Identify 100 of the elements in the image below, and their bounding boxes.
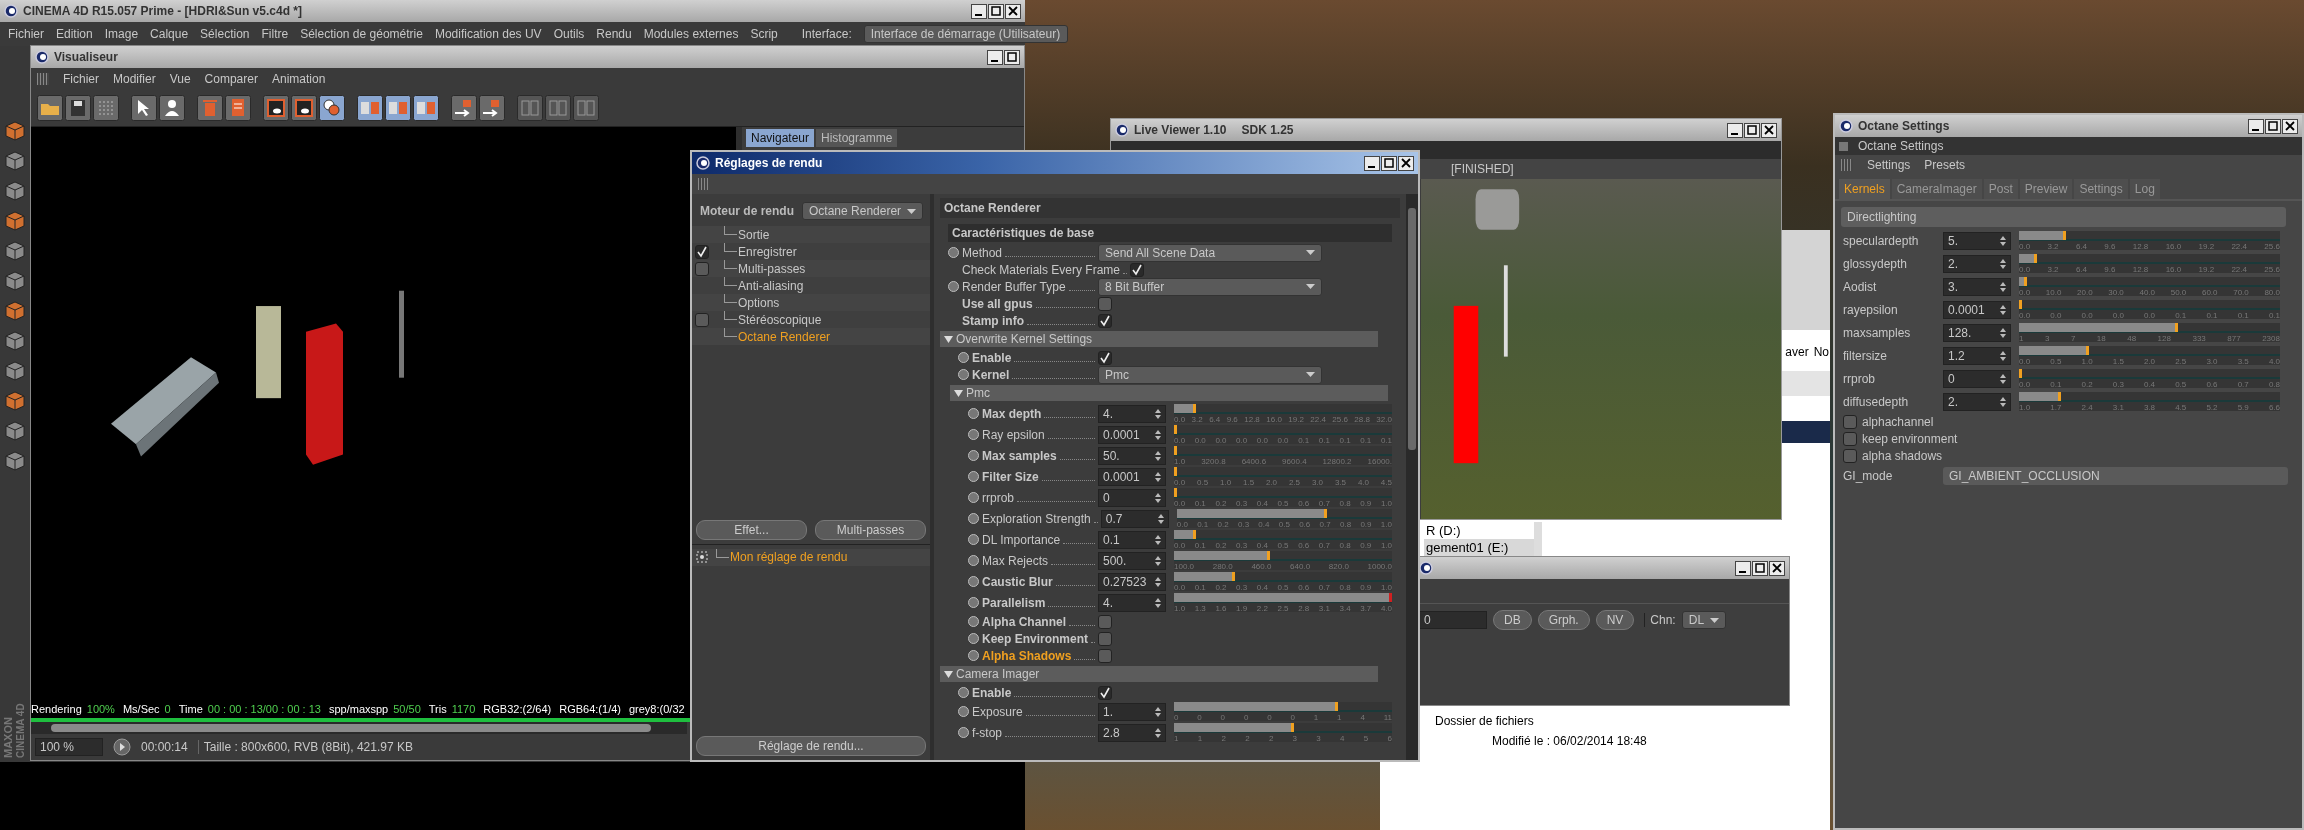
layout-icon[interactable] [573,95,599,121]
keyframe-dot-icon[interactable] [968,492,979,503]
menu-item[interactable]: Presets [1924,158,1966,172]
minimize-button[interactable] [2248,118,2264,134]
menu-item[interactable]: Rendu [596,27,632,41]
menu-item[interactable]: Sélection [200,27,250,41]
cube-icon[interactable] [4,390,26,412]
spin-arrows-icon[interactable] [1155,727,1161,738]
scrollbar-thumb[interactable] [51,724,651,732]
document-icon[interactable] [225,95,251,121]
spin-arrows-icon[interactable] [2000,396,2006,407]
person-icon[interactable] [159,95,185,121]
minimize-button[interactable] [1727,122,1743,138]
checkbox[interactable] [1098,313,1112,328]
spin-arrows-icon[interactable] [2000,373,2006,384]
group-header[interactable]: Overwrite Kernel Settings [940,331,1378,347]
tab[interactable]: Histogramme [816,129,898,147]
checkbox[interactable] [1843,414,1857,429]
minimize-button[interactable] [1364,155,1380,171]
split-view-icon[interactable] [413,95,439,121]
menu-item[interactable]: Outils [553,27,585,41]
render-settings-button[interactable]: Réglage de rendu... [696,736,926,756]
keyframe-dot-icon[interactable] [958,727,969,738]
checkbox[interactable] [695,312,709,327]
number-field[interactable]: 0.1 [1098,530,1166,549]
drive-item[interactable]: gement01 (E:) [1424,539,1534,556]
cube-icon[interactable] [4,270,26,292]
tab[interactable]: Navigateur [746,129,815,147]
spin-arrows-icon[interactable] [2000,235,2006,246]
toolbar-button[interactable]: NV [1595,610,1635,630]
save-icon[interactable] [65,95,91,121]
spin-arrows-icon[interactable] [1155,408,1161,419]
cube-icon[interactable] [4,450,26,472]
menu-item[interactable]: Comparer [204,72,258,86]
minimize-button[interactable] [987,49,1003,65]
keyframe-dot-icon[interactable] [968,471,979,482]
pointer-icon[interactable] [131,95,157,121]
spin-arrows-icon[interactable] [1155,534,1161,545]
checkbox[interactable] [1843,431,1857,446]
spin-arrows-icon[interactable] [1155,492,1161,503]
keyframe-dot-icon[interactable] [968,576,979,587]
close-button[interactable] [1769,560,1785,576]
number-field[interactable]: 0.0001 [1943,300,2011,319]
group-header[interactable]: Pmc [950,385,1388,401]
spin-arrows-icon[interactable] [1157,513,1164,524]
menu-item[interactable]: Modification des UV [434,27,542,41]
cube-icon[interactable] [4,150,26,172]
number-field[interactable]: 4. [1098,404,1166,423]
minimize-button[interactable] [971,3,987,19]
checkbox[interactable] [695,244,709,259]
spin-arrows-icon[interactable] [2000,350,2006,361]
menu-item[interactable]: Calque [150,27,189,41]
cube-icon[interactable] [4,300,26,322]
play-icon[interactable] [113,738,131,756]
tree-item[interactable]: Anti-aliasing [737,278,804,293]
group-header[interactable]: Camera Imager [940,666,1378,682]
cube-icon[interactable] [4,240,26,262]
number-field[interactable]: 3. [1943,277,2011,296]
drive-item[interactable]: R (D:) [1424,522,1534,539]
keyframe-dot-icon[interactable] [968,513,979,524]
layout-icon[interactable] [545,95,571,121]
keyframe-dot-icon[interactable] [948,281,959,292]
dropdown[interactable]: Pmc [1098,365,1322,384]
minimize-button[interactable] [1735,560,1751,576]
number-field[interactable]: 2. [1943,392,2011,411]
zoom-field[interactable]: 100 % [35,738,103,756]
grid-icon[interactable] [93,95,119,121]
number-field[interactable]: 5. [1943,231,2011,250]
menu-item[interactable]: Filtre [261,27,289,41]
spin-arrows-icon[interactable] [2000,258,2006,269]
dropdown[interactable]: GI_AMBIENT_OCCLUSION [1943,466,2288,485]
checkbox[interactable] [1098,350,1112,365]
keyframe-dot-icon[interactable] [968,597,979,608]
keyframe-dot-icon[interactable] [958,352,969,363]
spin-arrows-icon[interactable] [1155,450,1161,461]
spin-arrows-icon[interactable] [1155,597,1161,608]
image-frame-icon[interactable] [263,95,289,121]
spin-arrows-icon[interactable] [1155,576,1161,587]
cube-icon[interactable] [4,420,26,442]
number-field[interactable]: 128. [1943,323,2011,342]
number-field[interactable]: 0 [1098,488,1166,507]
menu-item[interactable]: Image [104,27,139,41]
folder-icon[interactable] [37,95,63,121]
checkbox[interactable] [1130,262,1145,277]
menu-item[interactable]: Modules externes [643,27,739,41]
spin-arrows-icon[interactable] [2000,327,2006,338]
spin-arrows-icon[interactable] [2000,304,2006,315]
spin-arrows-icon[interactable] [1155,471,1161,482]
effect-button[interactable]: Effet... [696,519,807,540]
number-field[interactable]: 50. [1098,446,1166,465]
cube-icon[interactable] [4,120,26,142]
tree-item[interactable]: Sortie [737,227,770,242]
checkbox[interactable] [1843,448,1857,463]
tree-item[interactable]: Stéréoscopique [737,312,822,327]
close-button[interactable] [1398,155,1414,171]
dropdown[interactable]: Octane Renderer [802,202,924,220]
menu-item[interactable]: Vue [169,72,191,86]
checkbox[interactable] [1098,614,1112,629]
number-field[interactable]: 1.2 [1943,346,2011,365]
number-field[interactable]: 0.7 [1100,509,1169,528]
